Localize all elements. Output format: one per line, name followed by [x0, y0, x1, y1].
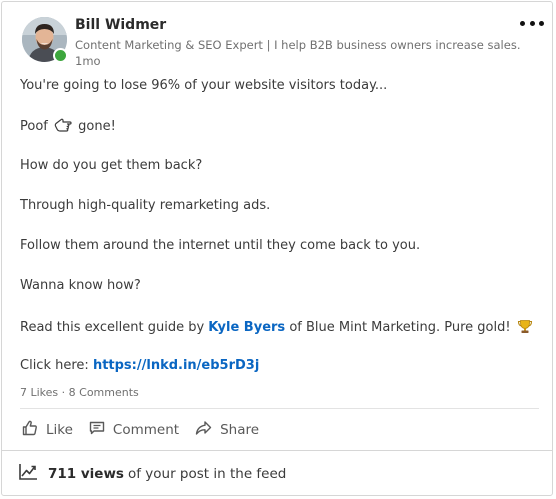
comment-button[interactable]: Comment [89, 420, 179, 440]
post-analytics[interactable]: 711 views of your post in the feed [18, 463, 286, 485]
post-text: Poof [20, 119, 48, 134]
author-avatar[interactable] [22, 17, 68, 63]
comment-icon [89, 420, 113, 440]
more-dot-icon [539, 20, 544, 26]
post-text: Read this excellent guide by [20, 320, 205, 335]
counts-separator: · [61, 386, 66, 399]
more-dot-icon [529, 20, 535, 26]
thumbs-up-icon [22, 420, 46, 440]
more-options-button[interactable] [520, 16, 544, 30]
feed-post-card: Bill Widmer Content Marketing & SEO Expe… [1, 1, 553, 496]
post-paragraph: Wanna know how? [20, 278, 141, 293]
post-paragraph: How do you get them back? [20, 158, 203, 173]
trophy-icon [517, 318, 533, 338]
post-paragraph: Click here: https://lnkd.in/eb5rD3j [20, 358, 259, 373]
post-actions-bar: Like Comment Share [22, 419, 275, 441]
footer-divider [2, 450, 552, 451]
share-arrow-icon [195, 420, 220, 440]
views-count: 711 views [48, 466, 124, 482]
external-link[interactable]: https://lnkd.in/eb5rD3j [93, 358, 259, 373]
share-label: Share [220, 422, 260, 438]
trending-chart-icon [18, 463, 48, 485]
more-dot-icon [520, 20, 525, 26]
comment-label: Comment [112, 422, 180, 438]
post-text: of Blue Mint Marketing. Pure gold! [289, 320, 511, 335]
post-paragraph: You're going to lose 96% of your website… [20, 78, 388, 93]
comments-count[interactable]: 8 Comments [69, 386, 139, 399]
post-paragraph: Through high-quality remarketing ads. [20, 198, 271, 213]
like-label: Like [46, 422, 73, 438]
social-counts: 7 Likes · 8 Comments [20, 386, 139, 399]
post-text: Click here: [20, 358, 89, 373]
backhand-index-pointing-left-icon [54, 118, 72, 137]
divider [20, 408, 539, 409]
author-headline: Content Marketing & SEO Expert | I help … [75, 38, 521, 52]
likes-count[interactable]: 7 Likes [20, 386, 58, 399]
share-button[interactable]: Share [195, 420, 259, 440]
post-paragraph: Read this excellent guide by Kyle Byers … [20, 318, 533, 338]
mention-link[interactable]: Kyle Byers [208, 320, 285, 335]
author-name[interactable]: Bill Widmer [75, 17, 166, 33]
post-paragraph: Follow them around the internet until th… [20, 238, 421, 253]
post-text: gone! [78, 119, 116, 134]
post-timestamp: 1mo [75, 54, 101, 68]
views-suffix: of your post in the feed [127, 466, 287, 482]
online-status-icon [53, 48, 68, 63]
post-paragraph: Poof gone! [20, 118, 116, 137]
like-button[interactable]: Like [22, 420, 73, 440]
